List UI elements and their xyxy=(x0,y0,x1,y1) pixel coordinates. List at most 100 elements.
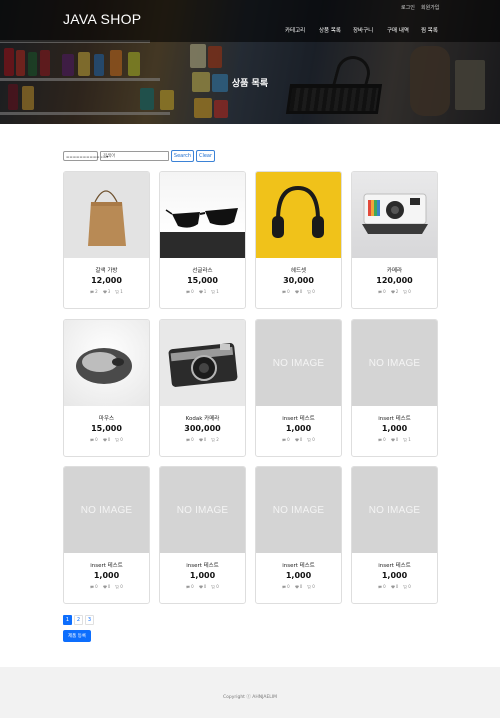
product-image[interactable] xyxy=(256,172,341,258)
register-product-button[interactable]: 제품 등록 xyxy=(63,630,91,642)
heart-icon xyxy=(198,289,203,294)
chat-bubble-icon xyxy=(378,438,382,442)
heart-icon xyxy=(390,584,395,589)
product-image[interactable]: NO IMAGE xyxy=(352,320,437,406)
comment-count: 0 xyxy=(287,289,290,294)
heart-icon xyxy=(102,437,107,442)
search-type-select[interactable]: ============ ▾ xyxy=(63,151,108,161)
page-2[interactable]: 2 xyxy=(74,615,83,625)
product-name[interactable]: insert 테스트 xyxy=(160,561,245,569)
cart-count: 1 xyxy=(120,289,123,294)
product-name[interactable]: 카메라 xyxy=(352,266,437,274)
comment-count: 0 xyxy=(95,437,98,442)
product-card[interactable]: 마우스 15,000 0 0 0 xyxy=(63,319,150,457)
nav-cart[interactable]: 장바구니 xyxy=(353,26,373,34)
cart-icon xyxy=(115,289,120,294)
comment-count: 0 xyxy=(287,584,290,589)
chat-bubble-icon xyxy=(90,438,94,442)
product-image[interactable] xyxy=(64,320,149,406)
product-name[interactable]: 마우스 xyxy=(64,414,149,422)
product-image[interactable]: NO IMAGE xyxy=(160,467,245,553)
nav-order-history[interactable]: 구매 내역 xyxy=(387,26,409,34)
comment-count: 2 xyxy=(95,289,98,294)
like-count: 0 xyxy=(395,437,399,442)
product-stats: 0 0 0 xyxy=(160,584,245,589)
product-name[interactable]: insert 테스트 xyxy=(256,561,341,569)
product-stats: 2 3 1 xyxy=(64,289,149,294)
product-image[interactable] xyxy=(352,172,437,258)
like-count: 2 xyxy=(395,289,399,294)
cart-icon xyxy=(307,584,312,589)
product-name[interactable]: 헤드셋 xyxy=(256,266,341,274)
product-image[interactable] xyxy=(160,320,245,406)
search-bar: ============ ▾ 검색어 Search Clear xyxy=(63,150,215,162)
product-name[interactable]: insert 테스트 xyxy=(352,561,437,569)
clear-button[interactable]: Clear xyxy=(196,150,215,162)
product-card[interactable]: NO IMAGE insert 테스트 1,000 0 0 0 xyxy=(351,466,438,604)
cart-count: 0 xyxy=(120,437,123,442)
product-card[interactable]: 선글라스 15,000 0 1 1 xyxy=(159,171,246,309)
comment-count: 0 xyxy=(191,584,194,589)
product-price: 1,000 xyxy=(189,571,216,580)
like-count: 0 xyxy=(299,584,303,589)
product-image[interactable]: NO IMAGE xyxy=(256,320,341,406)
product-card[interactable]: Kodak 카메라 300,000 0 0 2 xyxy=(159,319,246,457)
search-input[interactable]: 검색어 xyxy=(100,151,169,161)
product-price: 15,000 xyxy=(187,276,218,285)
product-name[interactable]: 갈색 가방 xyxy=(64,266,149,274)
cart-icon xyxy=(115,584,120,589)
heart-icon xyxy=(198,584,203,589)
comment-count: 0 xyxy=(287,437,290,442)
product-card[interactable]: NO IMAGE insert 테스트 1,000 0 0 0 xyxy=(255,466,342,604)
copyright-text: Copyright ⓒ AHNJAELIM xyxy=(222,695,278,700)
product-card[interactable]: NO IMAGE insert 테스트 1,000 0 0 0 xyxy=(63,466,150,604)
like-count: 0 xyxy=(299,289,303,294)
product-stats: 0 0 0 xyxy=(352,584,437,589)
product-image[interactable] xyxy=(160,172,245,258)
cart-count: 0 xyxy=(120,584,123,589)
product-card[interactable]: 갈색 가방 12,000 2 3 1 xyxy=(63,171,150,309)
product-card[interactable]: NO IMAGE insert 테스트 1,000 0 0 1 xyxy=(351,319,438,457)
page-3[interactable]: 3 xyxy=(85,615,94,625)
search-button[interactable]: Search xyxy=(171,150,194,162)
like-count: 0 xyxy=(203,437,207,442)
nav-product-list[interactable]: 상품 목록 xyxy=(319,26,341,34)
product-stats: 0 2 0 xyxy=(352,289,437,294)
cart-icon xyxy=(211,584,216,589)
nav-wishlist[interactable]: 찜 목록 xyxy=(421,26,438,34)
no-image-text: NO IMAGE xyxy=(368,357,421,369)
product-card[interactable]: NO IMAGE insert 테스트 1,000 0 0 0 xyxy=(159,466,246,604)
cart-count: 0 xyxy=(408,289,411,294)
signup-link[interactable]: 회원가입 xyxy=(421,4,439,11)
like-count: 0 xyxy=(203,584,207,589)
product-image[interactable] xyxy=(64,172,149,258)
cart-icon xyxy=(307,289,312,294)
product-stats: 0 0 0 xyxy=(256,584,341,589)
brand-logo[interactable]: JAVA SHOP xyxy=(63,11,141,27)
product-name[interactable]: Kodak 카메라 xyxy=(160,414,245,422)
product-card[interactable]: NO IMAGE insert 테스트 1,000 0 0 0 xyxy=(255,319,342,457)
product-name[interactable]: insert 테스트 xyxy=(64,561,149,569)
like-count: 0 xyxy=(107,437,111,442)
chat-bubble-icon xyxy=(282,290,286,294)
product-price: 300,000 xyxy=(184,424,221,433)
product-image[interactable]: NO IMAGE xyxy=(352,467,437,553)
page-1[interactable]: 1 xyxy=(63,615,72,625)
cart-count: 1 xyxy=(216,289,219,294)
product-image[interactable]: NO IMAGE xyxy=(256,467,341,553)
heart-icon xyxy=(198,437,203,442)
product-card[interactable]: 카메라 120,000 0 2 0 xyxy=(351,171,438,309)
product-stats: 0 1 1 xyxy=(160,289,245,294)
product-card[interactable]: 헤드셋 30,000 0 0 0 xyxy=(255,171,342,309)
nav-category[interactable]: 카테고리 xyxy=(285,26,305,34)
product-name[interactable]: 선글라스 xyxy=(160,266,245,274)
product-name[interactable]: insert 테스트 xyxy=(352,414,437,422)
product-name[interactable]: insert 테스트 xyxy=(256,414,341,422)
comment-count: 0 xyxy=(95,584,98,589)
cart-icon xyxy=(211,437,216,442)
chat-bubble-icon xyxy=(186,290,190,294)
comment-count: 0 xyxy=(383,289,386,294)
product-image[interactable]: NO IMAGE xyxy=(64,467,149,553)
like-count: 0 xyxy=(395,584,399,589)
login-link[interactable]: 로그인 xyxy=(401,4,415,11)
